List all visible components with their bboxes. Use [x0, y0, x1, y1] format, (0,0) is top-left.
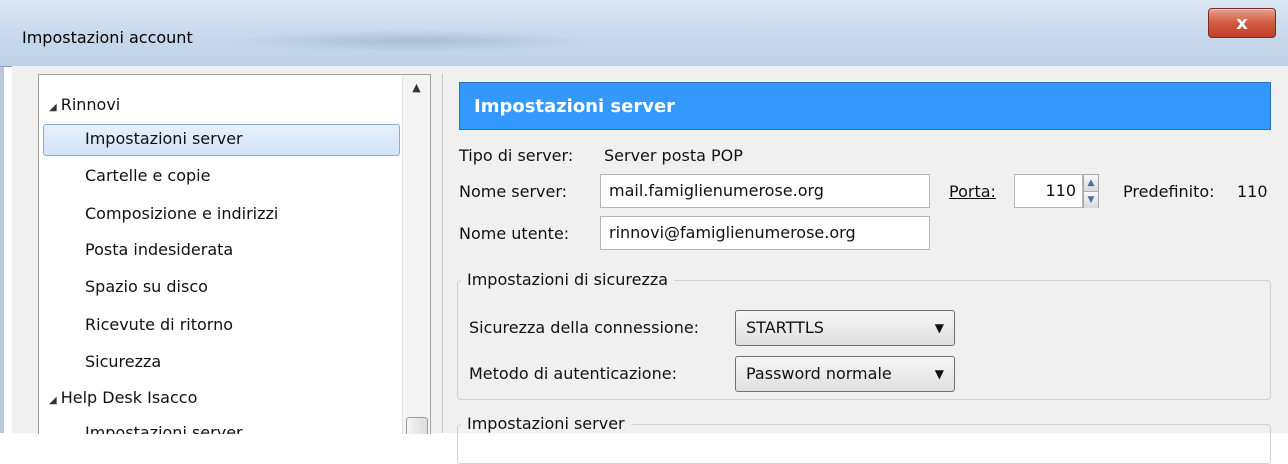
close-button[interactable]: x	[1208, 8, 1276, 38]
tree-account-rinnovi[interactable]: ◢ Rinnovi	[49, 90, 120, 120]
connection-security-label: Sicurezza della connessione:	[469, 318, 700, 337]
username-label: Nome utente:	[459, 224, 570, 243]
tree-scrollbar[interactable]: ▲	[402, 75, 430, 434]
tree-item-posta-indesiderata[interactable]: Posta indesiderata	[85, 235, 233, 265]
title-blur	[230, 30, 590, 52]
tree-item-composizione[interactable]: Composizione e indirizzi	[85, 199, 278, 229]
server-type-label: Tipo di server:	[459, 146, 574, 165]
connection-security-select[interactable]: STARTTLS ▼	[735, 310, 955, 346]
tree-item-label: Ricevute di ritorno	[85, 315, 234, 334]
tree-item-cartelle-e-copie[interactable]: Cartelle e copie	[85, 161, 210, 191]
tree-account-help-desk[interactable]: ◢ Help Desk Isacco	[49, 383, 197, 413]
panel-header: Impostazioni server	[459, 82, 1271, 130]
port-label: Porta:	[949, 182, 996, 201]
tree-item-spazio-su-disco[interactable]: Spazio su disco	[85, 272, 208, 302]
port-input[interactable]: 110	[1014, 174, 1083, 208]
tree-item-label: Posta indesiderata	[85, 240, 234, 259]
tree-account-label: Help Desk Isacco	[60, 388, 198, 407]
connection-security-value: STARTTLS	[746, 318, 824, 337]
chevron-down-icon: ▼	[934, 321, 944, 335]
scroll-thumb[interactable]	[406, 417, 428, 434]
default-port-label: Predefinito:	[1123, 182, 1215, 201]
username-input[interactable]: rinnovi@famiglienumerose.org	[600, 216, 930, 250]
account-tree[interactable]: ◢ Rinnovi Impostazioni server Cartelle e …	[38, 74, 431, 434]
auth-method-label: Metodo di autenticazione:	[469, 364, 677, 383]
close-icon: x	[1236, 12, 1248, 34]
tree-item-label: Sicurezza	[85, 352, 162, 371]
server-name-input[interactable]: mail.famiglienumerose.org	[600, 174, 930, 208]
tree-item-label: Cartelle e copie	[85, 166, 211, 185]
server-settings-group-title: Impostazioni server	[461, 414, 631, 433]
spin-up-icon[interactable]: ▲	[1084, 175, 1098, 192]
auth-method-value: Password normale	[746, 364, 892, 383]
spin-down-icon[interactable]: ▼	[1084, 192, 1098, 208]
window-title: Impostazioni account	[22, 28, 193, 47]
title-bar[interactable]: Impostazioni account x	[0, 0, 1288, 67]
default-port-value: 110	[1237, 182, 1268, 201]
tree-item-label: Spazio su disco	[85, 277, 208, 296]
tree-item-label: Composizione e indirizzi	[85, 204, 279, 223]
dialog-body: ◢ Rinnovi Impostazioni server Cartelle e …	[12, 66, 1288, 464]
tree-item-sicurezza[interactable]: Sicurezza	[85, 347, 161, 377]
chevron-down-icon: ▼	[934, 367, 944, 381]
tree-account-label: Rinnovi	[60, 95, 121, 114]
scroll-up-icon[interactable]: ▲	[403, 75, 430, 101]
settings-panel: Impostazioni server Tipo di server: Serv…	[442, 74, 1288, 464]
server-type-value: Server posta POP	[604, 146, 743, 165]
expand-icon[interactable]: ◢	[49, 102, 57, 113]
server-name-label: Nome server:	[459, 182, 568, 201]
tree-item-label: Impostazioni server	[85, 423, 243, 434]
tree-item-impostazioni-server[interactable]: Impostazioni server	[85, 124, 243, 154]
expand-icon[interactable]: ◢	[49, 395, 57, 406]
auth-method-select[interactable]: Password normale ▼	[735, 356, 955, 392]
security-group-title: Impostazioni di sicurezza	[461, 270, 675, 289]
tree-item-impostazioni-server-2[interactable]: Impostazioni server	[85, 418, 243, 434]
tree-item-ricevute-di-ritorno[interactable]: Ricevute di ritorno	[85, 310, 233, 340]
port-spinner[interactable]: ▲ ▼	[1083, 174, 1099, 208]
tree-item-label: Impostazioni server	[85, 129, 243, 148]
